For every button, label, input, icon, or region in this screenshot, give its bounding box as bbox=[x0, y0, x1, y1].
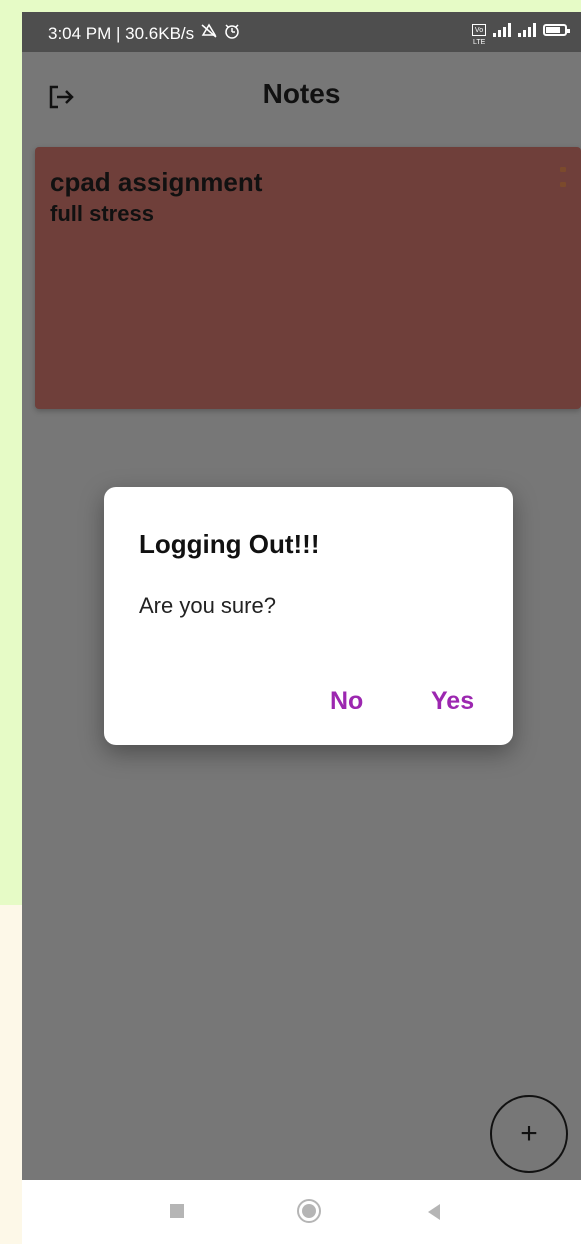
status-right: Vo LTE bbox=[472, 23, 570, 46]
dialog-message: Are you sure? bbox=[139, 593, 276, 618]
battery-icon bbox=[543, 24, 570, 36]
status-left: 3:04 PM | 30.6KB/s bbox=[48, 23, 240, 44]
page-title: Notes bbox=[262, 78, 341, 109]
note-delete-icon[interactable] bbox=[557, 167, 569, 187]
note-body: full stress bbox=[50, 201, 154, 226]
back-icon[interactable] bbox=[428, 1204, 440, 1220]
home-icon[interactable] bbox=[297, 1199, 321, 1223]
phone-screen: 3:04 PM | 30.6KB/s Vo LTE Notes cpad ass… bbox=[22, 12, 581, 1244]
note-card[interactable]: cpad assignment full stress bbox=[35, 147, 581, 409]
signal-icon bbox=[518, 23, 536, 37]
signal-4g-icon bbox=[493, 23, 511, 37]
volte-icon: Vo LTE bbox=[472, 24, 486, 46]
dialog-title: Logging Out!!! bbox=[139, 529, 320, 559]
yes-button[interactable]: Yes bbox=[423, 683, 482, 720]
status-bar: 3:04 PM | 30.6KB/s Vo LTE bbox=[22, 12, 581, 52]
no-button[interactable]: No bbox=[322, 683, 371, 720]
status-time-speed: 3:04 PM | 30.6KB/s bbox=[48, 23, 195, 43]
page-background-top bbox=[0, 0, 581, 12]
plus-icon: + bbox=[520, 1117, 538, 1150]
note-title: cpad assignment bbox=[50, 167, 263, 197]
add-note-button[interactable]: + bbox=[490, 1095, 568, 1173]
logout-dialog: Logging Out!!! Are you sure? No Yes bbox=[104, 487, 513, 745]
alarm-icon bbox=[224, 23, 240, 44]
page-background-left bbox=[0, 0, 22, 905]
mute-icon bbox=[200, 23, 218, 44]
recents-icon[interactable] bbox=[170, 1204, 184, 1218]
navigation-bar bbox=[22, 1180, 581, 1244]
page-background-left-bottom bbox=[0, 905, 22, 1244]
